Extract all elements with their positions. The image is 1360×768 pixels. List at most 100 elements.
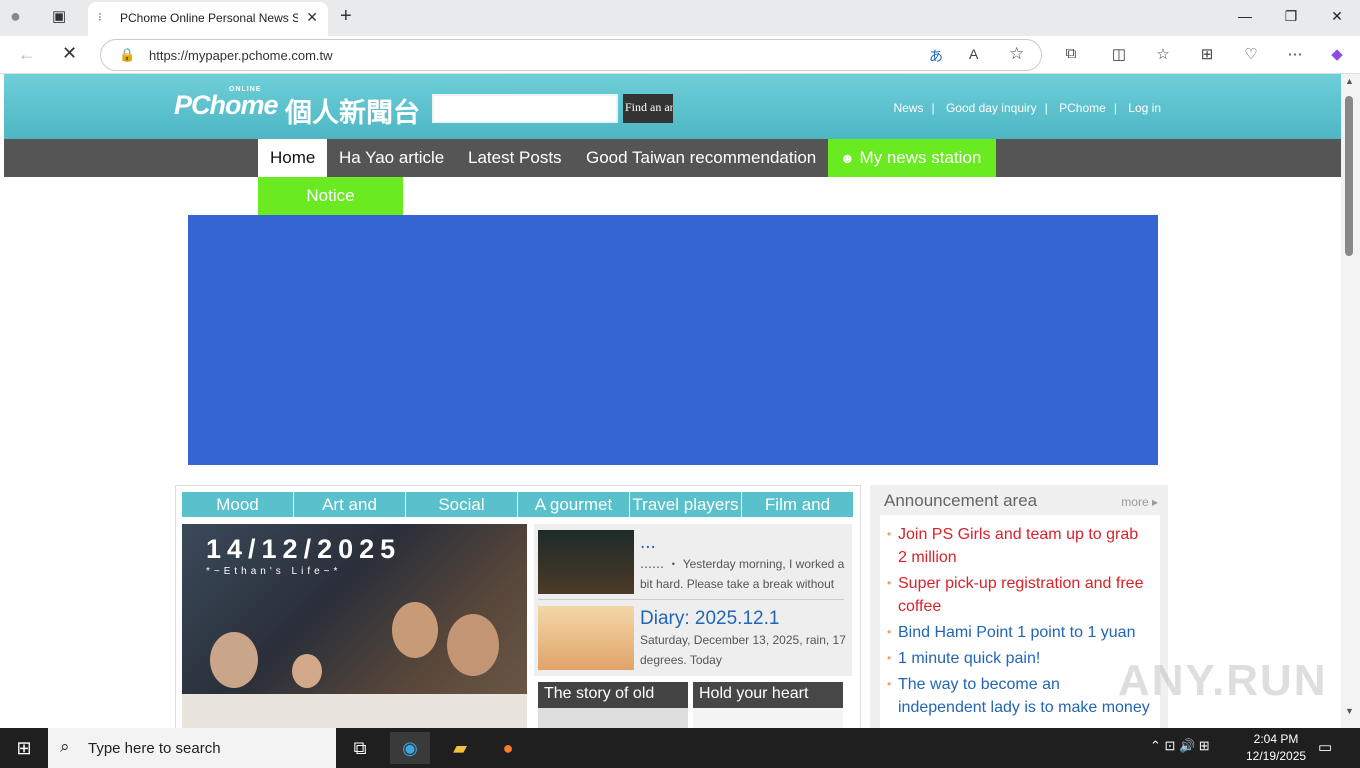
- category-film[interactable]: Film and: [742, 492, 853, 517]
- link-good-day-inquiry[interactable]: Good day inquiry: [946, 101, 1037, 115]
- main-nav: Home Ha Yao article Latest Posts Good Ta…: [4, 139, 1341, 177]
- edge-icon[interactable]: ◉: [390, 732, 430, 764]
- post-title[interactable]: ...: [640, 532, 656, 554]
- clock-date: 12/19/2025: [1246, 749, 1307, 763]
- ad-banner[interactable]: [188, 215, 1158, 465]
- announcement-more-link[interactable]: more ▸: [1121, 495, 1158, 509]
- clock-time: 2:04 PM: [1253, 732, 1299, 746]
- search-icon: ⌕: [60, 737, 70, 756]
- windows-taskbar: ⊞ ⌕ Type here to search ⧉ ◉ ▰ ● ⌃ ⊡ 🔊 ⊞ …: [0, 728, 1360, 768]
- nav-ha-yao-article[interactable]: Ha Yao article: [327, 139, 456, 177]
- site-name: 個人新聞台: [285, 98, 420, 129]
- close-tab-icon[interactable]: ✕: [306, 9, 318, 26]
- browser-tab[interactable]: ⁝ PChome Online Personal News Station ✕: [88, 2, 328, 36]
- post-excerpt: ‥‥‥ ・ Yesterday morning, I worked a bit …: [640, 557, 845, 591]
- back-icon[interactable]: ←: [18, 44, 36, 65]
- announcement-item[interactable]: Super pick-up registration and free coff…: [887, 572, 1150, 618]
- firefox-icon[interactable]: ●: [488, 732, 528, 764]
- more-icon[interactable]: ⋯: [1284, 45, 1306, 63]
- feature-date: 14/12/2025: [206, 534, 402, 564]
- nav-my-news-station[interactable]: ☻ My news station: [828, 139, 996, 177]
- announcement-item[interactable]: Bind Hami Point 1 point to 1 yuan: [887, 621, 1150, 644]
- post-title[interactable]: Diary: 2025.12.1: [640, 608, 779, 630]
- scrollbar-thumb[interactable]: [1345, 96, 1353, 256]
- new-tab-icon[interactable]: +: [340, 5, 352, 28]
- nav-home[interactable]: Home: [258, 139, 327, 177]
- card-caption: Hold your heart: [693, 682, 843, 708]
- featured-section: Mood Art and Social A gourmet Travel pla…: [175, 485, 861, 728]
- copilot-icon[interactable]: ◆: [1326, 45, 1348, 63]
- browser-tab-bar: ● ▣ ⁝ PChome Online Personal News Statio…: [0, 0, 1360, 36]
- announcement-heading: Announcement area: [884, 491, 1038, 510]
- performance-icon[interactable]: ♡: [1240, 45, 1262, 63]
- post-excerpt: Saturday, December 13, 2025, rain, 17 de…: [640, 633, 846, 667]
- announcement-item[interactable]: 1 minute quick pain!: [887, 647, 1150, 670]
- nav-notice[interactable]: Notice: [258, 177, 403, 215]
- link-login[interactable]: Log in: [1128, 101, 1161, 115]
- split-screen-icon[interactable]: ◫: [1108, 45, 1130, 63]
- photo-person: [392, 602, 438, 658]
- clock[interactable]: 2:04 PM 12/19/2025: [1246, 731, 1306, 765]
- pchome-logo[interactable]: PChome ONLINE: [174, 86, 279, 121]
- file-explorer-icon[interactable]: ▰: [440, 732, 480, 764]
- category-art[interactable]: Art and: [294, 492, 405, 517]
- post-thumbnail[interactable]: [538, 530, 634, 594]
- category-social[interactable]: Social: [406, 492, 517, 517]
- link-news[interactable]: News: [893, 101, 923, 115]
- web-page: PChome ONLINE 個人新聞台 Find an article News…: [4, 74, 1341, 728]
- divider: [538, 599, 844, 600]
- favorites-icon[interactable]: ☆: [1152, 45, 1174, 63]
- feature-subtitle: *~Ethan's Life~*: [206, 566, 342, 577]
- story-card[interactable]: Hold your heart: [693, 682, 843, 728]
- more-label: more: [1121, 495, 1149, 509]
- nav-my-news-station-label: My news station: [859, 148, 982, 167]
- nav-good-taiwan[interactable]: Good Taiwan recommendation: [574, 139, 828, 177]
- windows-start-icon[interactable]: ⊞: [4, 732, 44, 764]
- post-thumbnail[interactable]: [538, 606, 634, 670]
- taskbar-search[interactable]: ⌕ Type here to search: [48, 728, 336, 768]
- featured-photo[interactable]: 14/12/2025 *~Ethan's Life~*: [182, 524, 527, 728]
- category-mood[interactable]: Mood: [182, 492, 293, 517]
- announcement-item[interactable]: Join PS Girls and team up to grab 2 mill…: [887, 523, 1150, 569]
- top-links: News | Good day inquiry | PChome | Log in: [893, 101, 1161, 115]
- photo-table: [182, 694, 527, 728]
- profile-icon[interactable]: ●: [10, 6, 21, 27]
- post-list: ... ‥‥‥ ・ Yesterday morning, I worked a …: [534, 524, 852, 676]
- minimize-icon[interactable]: —: [1230, 8, 1260, 24]
- restore-icon[interactable]: ❐: [1276, 8, 1306, 25]
- taskbar-search-text: Type here to search: [88, 740, 221, 757]
- photo-person: [210, 632, 258, 688]
- site-header: PChome ONLINE 個人新聞台 Find an article News…: [4, 74, 1341, 139]
- photo-person: [292, 654, 322, 688]
- story-card[interactable]: The story of old: [538, 682, 688, 728]
- logo-online: ONLINE: [229, 86, 262, 93]
- extensions-icon[interactable]: ⧉: [1060, 45, 1082, 62]
- logo-text: PChome: [174, 90, 279, 120]
- read-aloud-icon[interactable]: A: [969, 46, 978, 62]
- page-scrollbar[interactable]: ▲ ▼: [1341, 74, 1360, 728]
- task-view-icon[interactable]: ⧉: [340, 732, 380, 764]
- stop-icon[interactable]: ✕: [62, 43, 77, 64]
- search-button[interactable]: Find an article: [623, 94, 673, 123]
- scroll-up-icon[interactable]: ▲: [1345, 76, 1354, 86]
- notifications-icon[interactable]: ▭: [1318, 738, 1332, 756]
- collections-icon[interactable]: ⊞: [1196, 45, 1218, 63]
- favorite-star-icon[interactable]: ☆: [1009, 44, 1024, 64]
- url-text: https://mypaper.pchome.com.tw: [149, 48, 333, 63]
- link-pchome[interactable]: PChome: [1059, 101, 1106, 115]
- nav-latest-posts[interactable]: Latest Posts: [456, 139, 574, 177]
- category-gourmet[interactable]: A gourmet: [518, 492, 629, 517]
- category-travel[interactable]: Travel players: [630, 492, 741, 517]
- tab-actions-icon[interactable]: ▣: [52, 7, 66, 25]
- photo-person: [447, 614, 499, 676]
- tray-icons[interactable]: ⌃ ⊡ 🔊 ⊞: [1150, 738, 1210, 754]
- scroll-down-icon[interactable]: ▼: [1345, 706, 1354, 716]
- url-field[interactable]: 🔒 https://mypaper.pchome.com.tw あ A ☆: [100, 39, 1042, 71]
- close-window-icon[interactable]: ✕: [1322, 8, 1352, 25]
- search-input[interactable]: [432, 94, 618, 123]
- lock-icon[interactable]: 🔒: [119, 47, 135, 63]
- tab-title: PChome Online Personal News Station: [120, 11, 298, 25]
- translate-icon[interactable]: あ: [929, 46, 943, 66]
- smile-icon: ☻: [840, 150, 855, 166]
- announcement-item[interactable]: The way to become an independent lady is…: [887, 673, 1150, 719]
